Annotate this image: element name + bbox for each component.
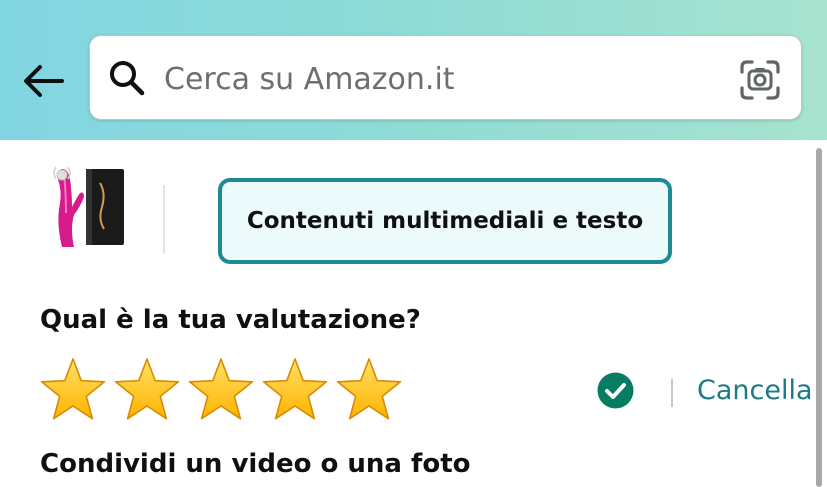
top-bar [0, 0, 827, 140]
search-input[interactable] [164, 54, 724, 104]
star-icon-1[interactable] [38, 355, 108, 425]
tab-media-and-text[interactable]: Contenuti multimediali e testo [218, 178, 672, 264]
tab-label: Contenuti multimediali e testo [246, 208, 644, 234]
scrollbar[interactable] [816, 148, 822, 487]
star-icon-2[interactable] [112, 355, 182, 425]
search-bar[interactable] [89, 35, 802, 120]
star-icon-5[interactable] [334, 355, 404, 425]
star-icon-3[interactable] [186, 355, 256, 425]
star-icon-4[interactable] [260, 355, 330, 425]
search-icon [110, 61, 145, 96]
check-circle-icon [597, 372, 634, 409]
product-thumbnail [42, 163, 130, 253]
vertical-divider [163, 185, 165, 253]
media-upload-heading: Condividi un video o una foto [40, 449, 471, 479]
clear-rating-link[interactable]: Cancella [697, 375, 813, 406]
rating-heading: Qual è la tua valutazione? [40, 305, 421, 335]
product-image [53, 166, 124, 247]
arrow-left-icon [24, 65, 64, 97]
back-button[interactable] [18, 55, 70, 107]
separator [671, 379, 673, 407]
camera-scan-icon[interactable] [738, 58, 782, 102]
